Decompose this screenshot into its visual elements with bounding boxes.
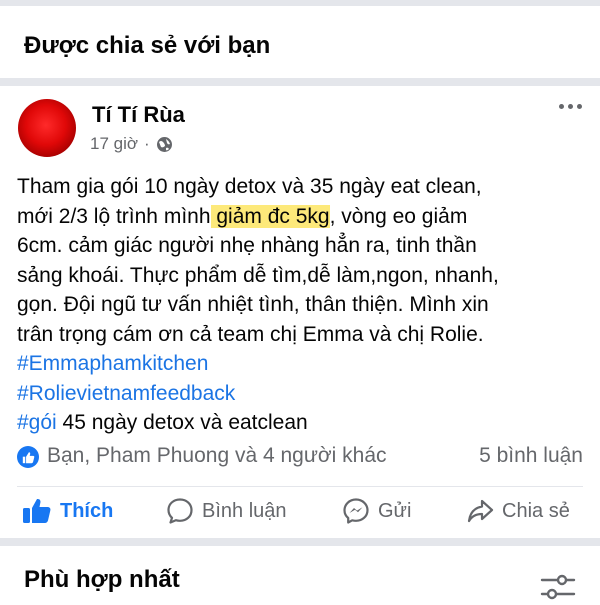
share-icon [466,497,494,525]
more-options-icon[interactable] [559,104,582,109]
comment-label: Bình luận [202,499,287,522]
share-button[interactable]: Chia sẻ [466,490,570,532]
hashtag-line: #gói 45 ngày detox và eatclean [17,411,308,434]
highlighted-text: giảm đc 5kg [210,204,330,228]
hashtag-link[interactable]: #Emmaphamkitchen [17,352,208,375]
post-text-line: sảng khoái. Thực phẩm dễ tìm,dễ làm,ngon… [17,263,499,287]
actions-divider [17,486,583,487]
post-text-line: mới 2/3 lộ trình mình giảm đc 5kg, vòng … [17,204,468,228]
share-label: Chia sẻ [502,499,570,522]
author-name[interactable]: Tí Tí Rùa [92,102,185,128]
meta-separator: · [144,134,150,153]
send-button[interactable]: Gửi [342,490,411,532]
reactions-bar: Bạn, Pham Phuong và 4 người khác 5 bình … [17,442,583,472]
post-text-line: gọn. Đội ngũ tư vấn nhiệt tình, thân thi… [17,293,489,316]
post-time[interactable]: 17 giờ [90,134,138,154]
like-button[interactable]: Thích [22,490,113,532]
thumbs-up-icon [22,497,52,525]
globe-icon[interactable] [156,136,173,153]
send-label: Gửi [378,499,412,522]
comments-header: Phù hợp nhất [0,546,600,600]
section-divider [0,78,600,86]
post-actions: Thích Bình luận Gửi Chia sẻ [0,490,600,532]
hashtag-link[interactable]: #Rolievietnamfeedback [17,382,235,405]
post-meta: 17 giờ · [90,134,173,154]
comment-icon [166,497,194,525]
reactions-summary[interactable]: Bạn, Pham Phuong và 4 người khác [47,444,387,468]
like-reaction-icon[interactable] [17,446,39,468]
hashtag-line: #Emmaphamkitchen [17,349,587,379]
post-text-line: 6cm. cảm giác người nhẹ nhàng hẳn ra, ti… [17,234,477,257]
comment-sort-label[interactable]: Phù hợp nhất [24,566,180,594]
section-header: Được chia sẻ với bạn [0,6,600,78]
section-title: Được chia sẻ với bạn [24,32,271,59]
post-body: Tham gia gói 10 ngày detox và 35 ngày ea… [17,172,587,438]
post-text-line: trân trọng cám ơn cả team chị Emma và ch… [17,322,484,346]
messenger-icon [342,497,370,525]
post-card: Tí Tí Rùa 17 giờ · Tham gia gói 10 ngày … [0,86,600,538]
author-avatar[interactable] [18,99,76,157]
like-label: Thích [60,499,114,522]
section-divider [0,538,600,546]
hashtag-line: #Rolievietnamfeedback [17,379,587,409]
comment-button[interactable]: Bình luận [166,490,287,532]
hashtag-link[interactable]: #gói [17,411,57,434]
sliders-icon[interactable] [538,574,578,605]
post-text-line: Tham gia gói 10 ngày detox và 35 ngày ea… [17,175,482,198]
comments-count[interactable]: 5 bình luận [479,444,583,468]
